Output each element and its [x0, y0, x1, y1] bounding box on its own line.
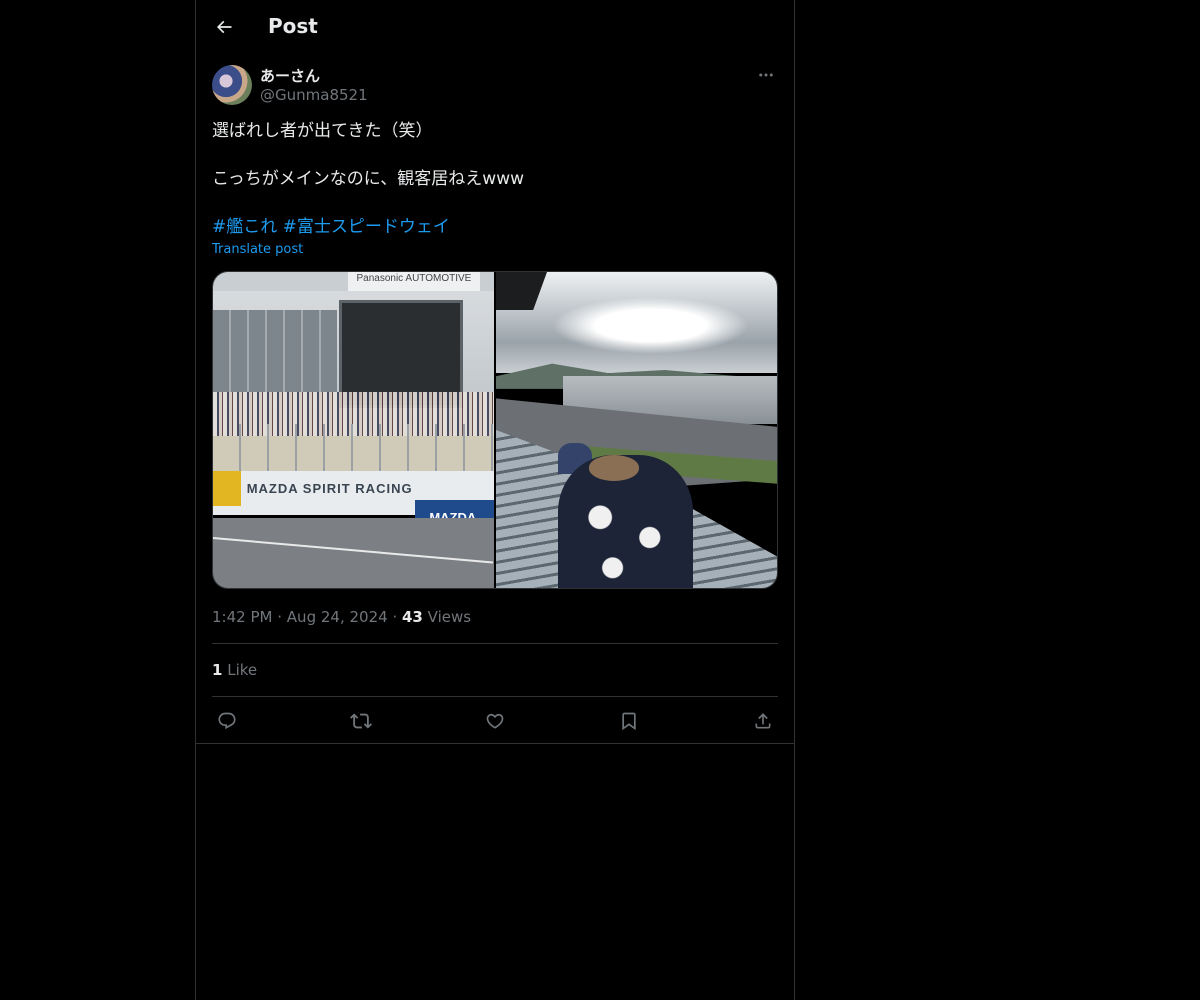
post-author: あーさん @Gunma8521 [212, 64, 778, 106]
back-button[interactable] [208, 11, 240, 43]
hashtag-row: #艦これ #富士スピードウェイ [212, 215, 778, 239]
banner-text: MAZDA SPIRIT RACING [246, 480, 413, 496]
post-meta: 1:42 PM · Aug 24, 2024 · 43 Views [212, 607, 471, 627]
meta-separator: · [277, 608, 283, 626]
author-handle[interactable]: @Gunma8521 [260, 86, 368, 104]
post-column: Post あーさん @Gunma8521 選ばれし者が出てきた（笑） こっちがメ… [195, 0, 795, 1000]
post-header: Post [196, 0, 794, 54]
post-time[interactable]: 1:42 PM [212, 608, 272, 626]
share-icon [755, 713, 771, 729]
meta-separator: · [392, 608, 398, 626]
sponsor-sign: Panasonic AUTOMOTIVE [347, 272, 480, 291]
divider [212, 643, 778, 644]
hashtag-link[interactable]: #富士スピードウェイ [283, 217, 450, 237]
views-count: 43 [402, 608, 423, 626]
reply-icon [218, 712, 236, 730]
views-label: Views [427, 608, 472, 626]
post-date[interactable]: Aug 24, 2024 [287, 608, 388, 626]
post-text-line: 選ばれし者が出てきた（笑） [212, 121, 433, 141]
divider [196, 743, 794, 744]
reply-button[interactable] [212, 706, 242, 736]
more-options-button[interactable] [754, 64, 778, 86]
post-media: Panasonic AUTOMOTIVE MAZDA SPIRIT RACING… [212, 271, 778, 589]
post-actions [212, 706, 778, 736]
likes-summary[interactable]: 1 Like [212, 660, 257, 680]
repost-button[interactable] [346, 706, 376, 736]
more-horizontal-icon [759, 73, 773, 77]
likes-label: Like [227, 661, 258, 679]
avatar[interactable] [212, 65, 252, 105]
post-photo-pit-building[interactable]: Panasonic AUTOMOTIVE MAZDA SPIRIT RACING… [213, 272, 494, 588]
repost-icon [350, 713, 372, 729]
post-text: 選ばれし者が出てきた（笑） こっちがメインなのに、観客居ねえwww #艦これ #… [212, 119, 778, 239]
like-button[interactable] [480, 706, 510, 736]
share-button[interactable] [748, 706, 778, 736]
page-title: Post [268, 14, 318, 38]
divider [212, 696, 778, 697]
bookmark-icon [622, 712, 636, 731]
hashtag-link[interactable]: #艦これ [212, 217, 277, 237]
heart-icon [486, 713, 504, 729]
post-text-line: こっちがメインなのに、観客居ねえwww [212, 169, 525, 189]
arrow-left-icon [216, 20, 232, 34]
bookmark-button[interactable] [614, 706, 644, 736]
author-display-name[interactable]: あーさん [260, 65, 320, 86]
translate-post-link[interactable]: Translate post [212, 242, 303, 257]
likes-count: 1 [212, 661, 223, 679]
post-photo-grandstand[interactable] [496, 272, 777, 588]
